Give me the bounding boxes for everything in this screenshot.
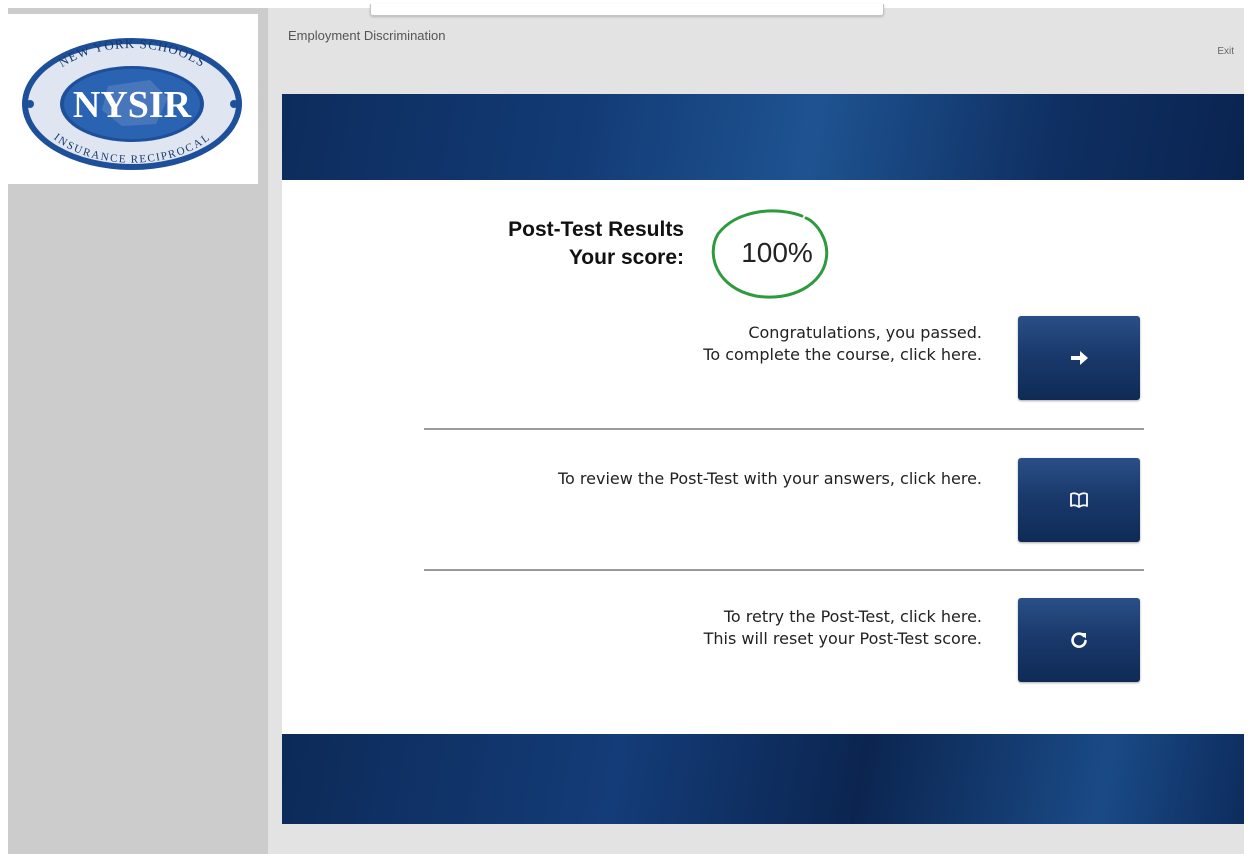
results-heading: Post-Test Results Your score:	[470, 216, 684, 272]
passed-text: Congratulations, you passed.	[748, 323, 982, 342]
refresh-icon	[1071, 632, 1087, 648]
arrow-right-icon	[1071, 351, 1088, 365]
book-icon	[1070, 492, 1088, 508]
sidebar: NEW YORK SCHOOLS INSURANCE RECIPROCAL NY…	[8, 8, 268, 854]
score-value: 100%	[741, 237, 813, 268]
complete-course-button[interactable]	[1018, 316, 1140, 400]
results-panel: Post-Test Results Your score: 100% Congr…	[282, 94, 1244, 824]
complete-course-text: To complete the course, click here.	[703, 345, 982, 364]
course-title: Employment Discrimination	[288, 28, 446, 43]
divider	[424, 569, 1144, 571]
retry-test-text: To retry the Post-Test, click here.	[723, 607, 982, 626]
retry-test-message: To retry the Post-Test, click here. This…	[704, 606, 982, 650]
main-area: Employment Discrimination Exit Post-Test…	[268, 4, 1244, 854]
review-test-message: To review the Post-Test with your answer…	[558, 468, 982, 490]
retry-test-button[interactable]	[1018, 598, 1140, 682]
your-score-label: Your score:	[568, 246, 684, 269]
review-test-text: To review the Post-Test with your answer…	[557, 469, 982, 488]
divider	[424, 428, 1144, 430]
logo-container: NEW YORK SCHOOLS INSURANCE RECIPROCAL NY…	[8, 14, 258, 184]
review-test-button[interactable]	[1018, 458, 1140, 542]
nysir-logo: NEW YORK SCHOOLS INSURANCE RECIPROCAL NY…	[22, 36, 242, 170]
logo-center-text: NYSIR	[73, 84, 192, 126]
reset-score-text: This will reset your Post-Test score.	[703, 629, 982, 648]
exit-link[interactable]: Exit	[1217, 46, 1234, 57]
footer-banner	[282, 734, 1244, 824]
post-test-results-title: Post-Test Results	[508, 218, 684, 241]
app-frame: NEW YORK SCHOOLS INSURANCE RECIPROCAL NY…	[8, 4, 1244, 854]
top-dropdown-tab[interactable]	[370, 4, 884, 16]
complete-course-message: Congratulations, you passed. To complete…	[703, 322, 982, 366]
header-banner	[282, 94, 1244, 180]
